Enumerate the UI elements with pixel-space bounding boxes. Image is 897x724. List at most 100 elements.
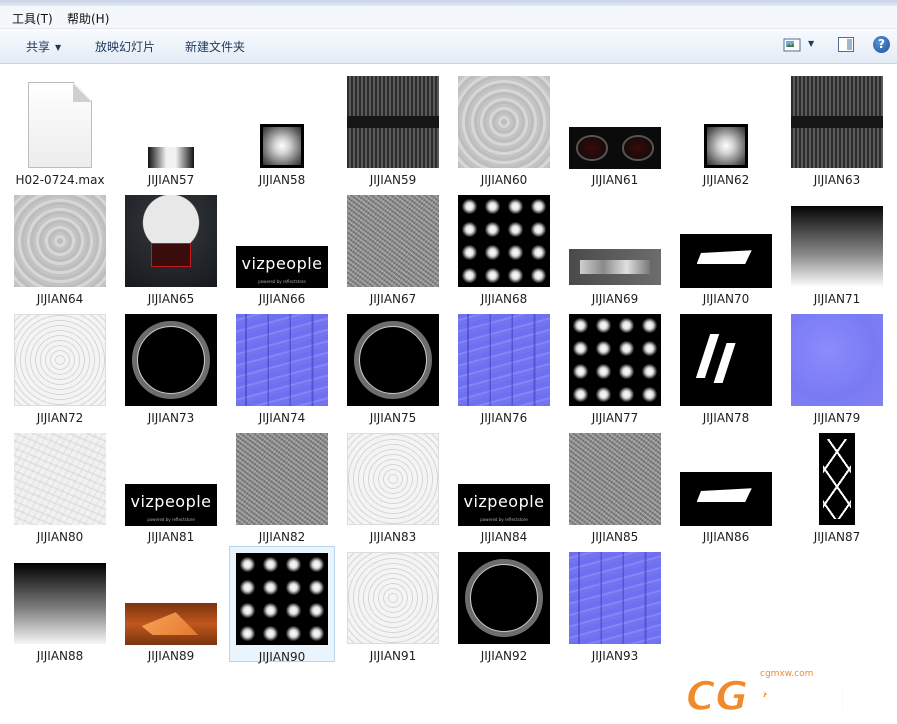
- file-item[interactable]: JIJIAN57: [118, 70, 224, 187]
- thumbnail-car-strip: [569, 249, 661, 285]
- thumbnail-vizpeople: vizpeople powered by reflectstore: [458, 484, 550, 526]
- watermark-url: cgmxw.com: [760, 669, 813, 679]
- menu-help[interactable]: 帮助(H): [67, 10, 109, 27]
- file-item[interactable]: JIJIAN91: [340, 546, 446, 663]
- file-item[interactable]: JIJIAN64: [7, 189, 113, 306]
- file-name: JIJIAN69: [591, 292, 639, 306]
- file-name: JIJIAN68: [480, 292, 528, 306]
- file-item[interactable]: JIJIAN70: [673, 189, 779, 306]
- file-item[interactable]: JIJIAN65: [118, 189, 224, 306]
- file-name: JIJIAN93: [591, 649, 639, 663]
- file-item[interactable]: JIJIAN76: [451, 308, 557, 425]
- thumbnail-pyramid-gradient: [260, 124, 304, 168]
- file-item[interactable]: JIJIAN72: [7, 308, 113, 425]
- file-item[interactable]: JIJIAN88: [7, 546, 113, 663]
- file-name: JIJIAN79: [813, 411, 861, 425]
- vizpeople-logo-text: vizpeople: [463, 492, 545, 512]
- file-name: JIJIAN57: [147, 173, 195, 187]
- file-name: JIJIAN89: [147, 649, 195, 663]
- view-options-chevron-icon[interactable]: ▼: [808, 39, 814, 48]
- file-name: JIJIAN80: [36, 530, 84, 544]
- thumbnail-rings: [14, 314, 106, 406]
- watermark-logo: CG 模型王 cgmxw.com: [685, 669, 861, 721]
- vizpeople-logo-text: vizpeople: [130, 492, 212, 512]
- change-view-icon[interactable]: [783, 38, 801, 52]
- file-item[interactable]: JIJIAN67: [340, 189, 446, 306]
- menu-tools[interactable]: 工具(T): [12, 10, 53, 27]
- file-name: JIJIAN88: [36, 649, 84, 663]
- file-name: JIJIAN61: [591, 173, 639, 187]
- file-item[interactable]: JIJIAN86: [673, 427, 779, 544]
- file-name: JIJIAN77: [591, 411, 639, 425]
- thumbnail-normal-tread: [458, 314, 550, 406]
- thumbnail-gradient-strip: [148, 147, 194, 168]
- file-name: JIJIAN90: [258, 650, 306, 664]
- file-item[interactable]: JIJIAN78: [673, 308, 779, 425]
- preview-pane-icon[interactable]: [838, 37, 854, 52]
- share-button[interactable]: 共享 ▼: [26, 38, 61, 55]
- file-name: JIJIAN86: [702, 530, 750, 544]
- thumbnail-light-grid: [569, 314, 661, 406]
- watermark-text: 模型王: [758, 679, 860, 719]
- file-item[interactable]: JIJIAN90: [229, 546, 335, 664]
- file-name: JIJIAN76: [480, 411, 528, 425]
- file-name: JIJIAN73: [147, 411, 195, 425]
- thumbnail-plaster: [14, 433, 106, 525]
- file-item[interactable]: JIJIAN89: [118, 546, 224, 663]
- file-item[interactable]: JIJIAN79: [784, 308, 890, 425]
- thumbnail-dashboard: [569, 127, 661, 169]
- file-item[interactable]: JIJIAN71: [784, 189, 890, 306]
- file-item[interactable]: JIJIAN73: [118, 308, 224, 425]
- vizpeople-sub-text: powered by reflectstore: [258, 278, 306, 284]
- file-name: JIJIAN74: [258, 411, 306, 425]
- file-item[interactable]: JIJIAN61: [562, 70, 668, 187]
- thumbnail-gauge: [125, 195, 217, 287]
- file-name: JIJIAN92: [480, 649, 528, 663]
- file-name: JIJIAN78: [702, 411, 750, 425]
- file-name: JIJIAN87: [813, 530, 861, 544]
- file-item[interactable]: vizpeople powered by reflectstore JIJIAN66: [229, 189, 335, 306]
- file-item[interactable]: JIJIAN75: [340, 308, 446, 425]
- thumbnail-normal-tread: [236, 314, 328, 406]
- file-item[interactable]: JIJIAN58: [229, 70, 335, 187]
- thumbnail-vertical-gradient: [791, 206, 883, 287]
- file-item[interactable]: JIJIAN87: [784, 427, 890, 544]
- file-item[interactable]: JIJIAN80: [7, 427, 113, 544]
- file-name: JIJIAN62: [702, 173, 750, 187]
- file-item[interactable]: JIJIAN82: [229, 427, 335, 544]
- file-item[interactable]: JIJIAN77: [562, 308, 668, 425]
- thumbnail-slashes: [680, 314, 772, 406]
- vizpeople-sub-text: powered by reflectstore: [480, 516, 528, 522]
- svg-text:CG: CG: [686, 674, 748, 720]
- file-name: JIJIAN67: [369, 292, 417, 306]
- document-icon: [28, 82, 92, 168]
- file-item[interactable]: JIJIAN93: [562, 546, 668, 663]
- file-name: JIJIAN84: [480, 530, 528, 544]
- file-item[interactable]: JIJIAN62: [673, 70, 779, 187]
- thumbnail-tread-dark: [347, 76, 439, 168]
- thumbnail-vizpeople: vizpeople powered by reflectstore: [125, 484, 217, 526]
- file-item[interactable]: JIJIAN63: [784, 70, 890, 187]
- file-item[interactable]: H02-0724.max: [7, 70, 113, 187]
- help-icon[interactable]: ?: [873, 36, 890, 53]
- file-item[interactable]: JIJIAN60: [451, 70, 557, 187]
- thumbnail-vertical-gradient: [14, 563, 106, 644]
- file-item[interactable]: JIJIAN83: [340, 427, 446, 544]
- thumbnail-noise: [569, 433, 661, 525]
- file-item[interactable]: JIJIAN69: [562, 189, 668, 306]
- file-item[interactable]: JIJIAN59: [340, 70, 446, 187]
- thumbnail-tire: [125, 314, 217, 406]
- file-item[interactable]: vizpeople powered by reflectstore JIJIAN84: [451, 427, 557, 544]
- thumbnail-white-wedge: [680, 472, 772, 526]
- file-item[interactable]: JIJIAN92: [451, 546, 557, 663]
- slideshow-button[interactable]: 放映幻灯片: [95, 38, 155, 55]
- vizpeople-logo-text: vizpeople: [241, 254, 323, 274]
- file-item[interactable]: JIJIAN74: [229, 308, 335, 425]
- new-folder-button[interactable]: 新建文件夹: [185, 38, 245, 55]
- file-name: JIJIAN91: [369, 649, 417, 663]
- file-item[interactable]: JIJIAN68: [451, 189, 557, 306]
- file-item[interactable]: vizpeople powered by reflectstore JIJIAN81: [118, 427, 224, 544]
- file-item[interactable]: JIJIAN85: [562, 427, 668, 544]
- file-name: H02-0724.max: [15, 173, 105, 187]
- thumbnail-noise: [347, 195, 439, 287]
